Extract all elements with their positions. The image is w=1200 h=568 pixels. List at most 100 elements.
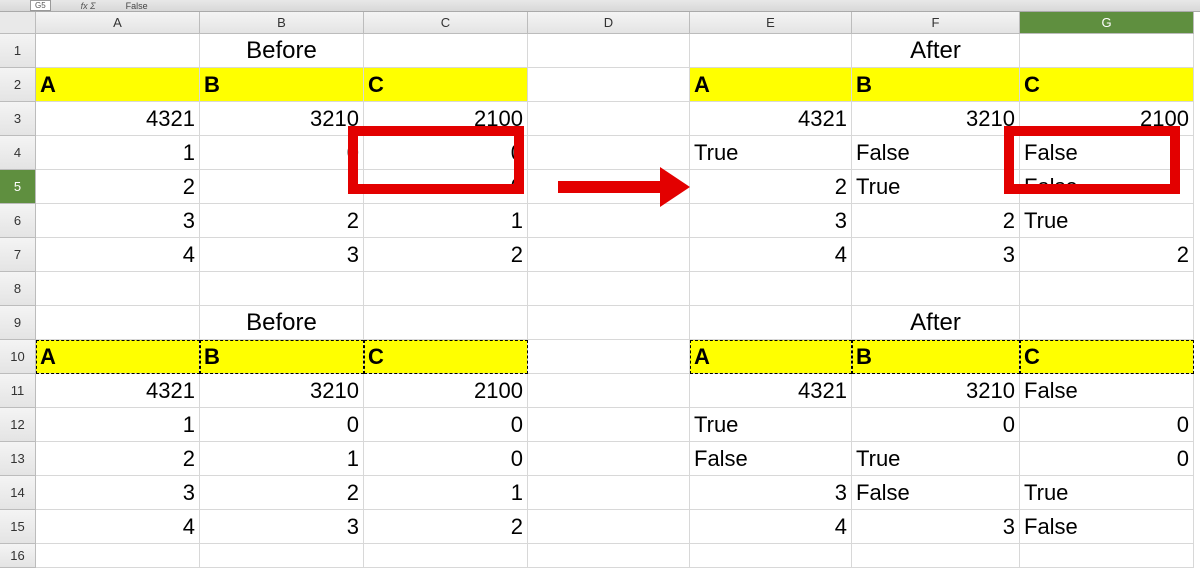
row-header-4[interactable]: 4 (0, 136, 36, 170)
row-header-10[interactable]: 10 (0, 340, 36, 374)
cell-A7[interactable]: 4 (36, 238, 200, 272)
row-header-8[interactable]: 8 (0, 272, 36, 306)
cell-B4[interactable]: 0 (200, 136, 364, 170)
cell-A9[interactable] (36, 306, 200, 340)
row-header-2[interactable]: 2 (0, 68, 36, 102)
cell-D9[interactable] (528, 306, 690, 340)
cell-C1[interactable] (364, 34, 528, 68)
cell-E14[interactable]: 3 (690, 476, 852, 510)
cell-E15[interactable]: 4 (690, 510, 852, 544)
cell-A12[interactable]: 1 (36, 408, 200, 442)
row-header-5[interactable]: 5 (0, 170, 36, 204)
cell-F16[interactable] (852, 544, 1020, 568)
cell-B16[interactable] (200, 544, 364, 568)
row-header-9[interactable]: 9 (0, 306, 36, 340)
cell-D6[interactable] (528, 204, 690, 238)
cell-C14[interactable]: 1 (364, 476, 528, 510)
row-header-14[interactable]: 14 (0, 476, 36, 510)
cell-A2[interactable]: A (36, 68, 200, 102)
cell-B13[interactable]: 1 (200, 442, 364, 476)
cell-A6[interactable]: 3 (36, 204, 200, 238)
cell-G7[interactable]: 2 (1020, 238, 1194, 272)
cell-D14[interactable] (528, 476, 690, 510)
row-header-7[interactable]: 7 (0, 238, 36, 272)
cell-F6[interactable]: 2 (852, 204, 1020, 238)
cell-A16[interactable] (36, 544, 200, 568)
row-header-12[interactable]: 12 (0, 408, 36, 442)
cell-D3[interactable] (528, 102, 690, 136)
cell-C12[interactable]: 0 (364, 408, 528, 442)
cell-E13[interactable]: False (690, 442, 852, 476)
cell-B7[interactable]: 3 (200, 238, 364, 272)
cell-F11[interactable]: 3210 (852, 374, 1020, 408)
cell-A3[interactable]: 4321 (36, 102, 200, 136)
cell-E9[interactable] (690, 306, 852, 340)
cell-grid[interactable]: BeforeAfterABCABC43213210210043213210210… (36, 34, 1194, 568)
cell-E3[interactable]: 4321 (690, 102, 852, 136)
cell-C15[interactable]: 2 (364, 510, 528, 544)
row-header-3[interactable]: 3 (0, 102, 36, 136)
cell-C16[interactable] (364, 544, 528, 568)
row-header-6[interactable]: 6 (0, 204, 36, 238)
cell-E11[interactable]: 4321 (690, 374, 852, 408)
cell-E1[interactable] (690, 34, 852, 68)
cell-G3[interactable]: 2100 (1020, 102, 1194, 136)
cell-G11[interactable]: False (1020, 374, 1194, 408)
cell-G8[interactable] (1020, 272, 1194, 306)
cell-G5[interactable]: False (1020, 170, 1194, 204)
cell-A1[interactable] (36, 34, 200, 68)
cell-E4[interactable]: True (690, 136, 852, 170)
cell-G16[interactable] (1020, 544, 1194, 568)
cell-E12[interactable]: True (690, 408, 852, 442)
cell-A11[interactable]: 4321 (36, 374, 200, 408)
cell-B11[interactable]: 3210 (200, 374, 364, 408)
cell-B10[interactable]: B (200, 340, 364, 374)
cell-D12[interactable] (528, 408, 690, 442)
cell-G1[interactable] (1020, 34, 1194, 68)
cell-B9[interactable]: Before (200, 306, 364, 340)
cell-B1[interactable]: Before (200, 34, 364, 68)
col-header-G[interactable]: G (1020, 12, 1194, 34)
cell-A14[interactable]: 3 (36, 476, 200, 510)
cell-F7[interactable]: 3 (852, 238, 1020, 272)
cell-D5[interactable] (528, 170, 690, 204)
row-header-1[interactable]: 1 (0, 34, 36, 68)
cell-A10[interactable]: A (36, 340, 200, 374)
col-header-B[interactable]: B (200, 12, 364, 34)
cell-F10[interactable]: B (852, 340, 1020, 374)
fx-icon[interactable]: fx Σ (81, 1, 96, 11)
cell-F12[interactable]: 0 (852, 408, 1020, 442)
row-header-11[interactable]: 11 (0, 374, 36, 408)
cell-F1[interactable]: After (852, 34, 1020, 68)
cell-B5[interactable]: 1 (200, 170, 364, 204)
cell-D13[interactable] (528, 442, 690, 476)
select-all-corner[interactable] (0, 12, 36, 34)
cell-C11[interactable]: 2100 (364, 374, 528, 408)
name-box[interactable]: G5 (30, 0, 51, 11)
cell-B12[interactable]: 0 (200, 408, 364, 442)
cell-G9[interactable] (1020, 306, 1194, 340)
col-header-A[interactable]: A (36, 12, 200, 34)
cell-F4[interactable]: False (852, 136, 1020, 170)
cell-D4[interactable] (528, 136, 690, 170)
cell-B2[interactable]: B (200, 68, 364, 102)
row-header-13[interactable]: 13 (0, 442, 36, 476)
col-header-E[interactable]: E (690, 12, 852, 34)
cell-A15[interactable]: 4 (36, 510, 200, 544)
cell-F3[interactable]: 3210 (852, 102, 1020, 136)
cell-C6[interactable]: 1 (364, 204, 528, 238)
cell-D15[interactable] (528, 510, 690, 544)
cell-E8[interactable] (690, 272, 852, 306)
cell-F9[interactable]: After (852, 306, 1020, 340)
cell-E7[interactable]: 4 (690, 238, 852, 272)
row-header-16[interactable]: 16 (0, 544, 36, 568)
cell-D7[interactable] (528, 238, 690, 272)
cell-E2[interactable]: A (690, 68, 852, 102)
cell-G4[interactable]: False (1020, 136, 1194, 170)
cell-B15[interactable]: 3 (200, 510, 364, 544)
cell-F14[interactable]: False (852, 476, 1020, 510)
cell-D11[interactable] (528, 374, 690, 408)
row-header-15[interactable]: 15 (0, 510, 36, 544)
cell-C9[interactable] (364, 306, 528, 340)
cell-C10[interactable]: C (364, 340, 528, 374)
